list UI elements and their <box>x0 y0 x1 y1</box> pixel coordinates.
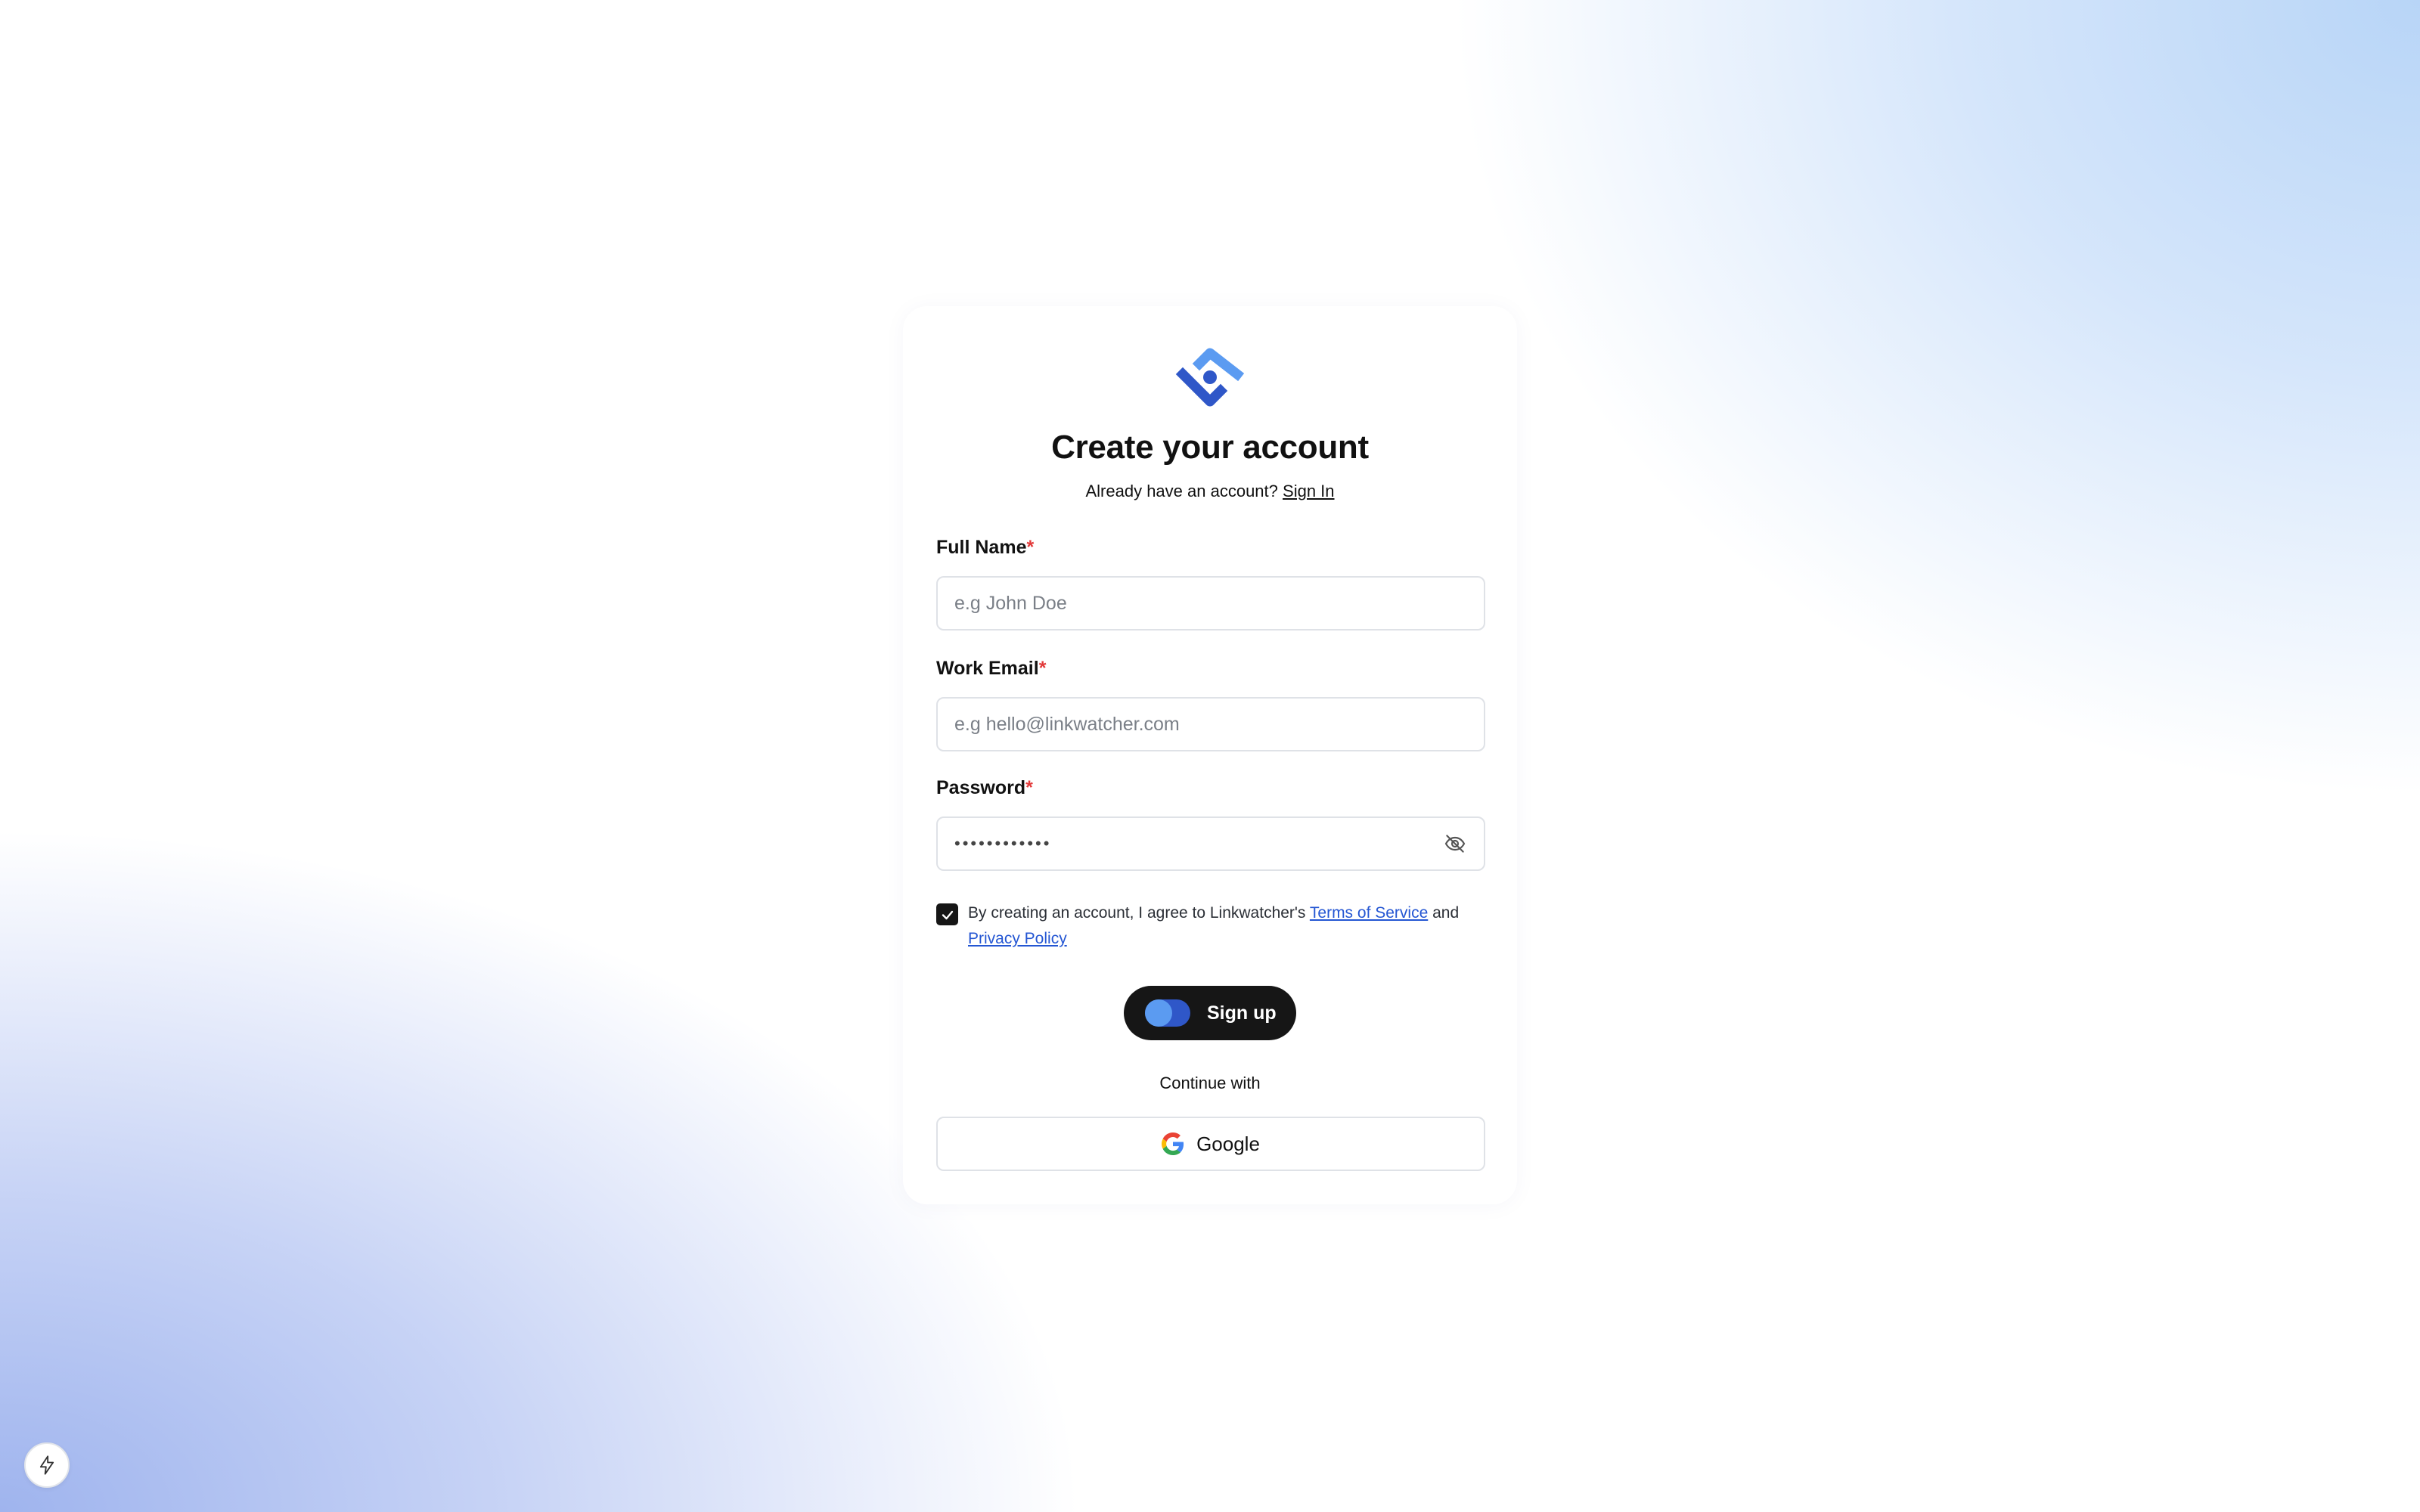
terms-text-before: By creating an account, I agree to Linkw… <box>968 904 1310 922</box>
google-icon <box>1162 1132 1184 1155</box>
required-mark: * <box>1038 658 1047 679</box>
checkmark-icon <box>942 910 953 919</box>
google-signin-button[interactable]: Google <box>936 1117 1485 1171</box>
work-email-input[interactable] <box>954 713 1467 736</box>
toggle-icon <box>1145 999 1190 1027</box>
password-masked-value[interactable]: •••••••••••• <box>954 834 1443 854</box>
sign-in-link[interactable]: Sign In <box>1283 482 1335 500</box>
google-label: Google <box>1196 1132 1260 1155</box>
terms-checkbox[interactable] <box>936 903 958 925</box>
eye-off-icon[interactable] <box>1443 832 1467 856</box>
signin-prompt: Already have an account? Sign In <box>903 482 1517 501</box>
password-label: Password* <box>936 777 1033 799</box>
full-name-label-text: Full Name <box>936 537 1027 558</box>
password-field[interactable]: •••••••••••• <box>936 816 1485 871</box>
privacy-policy-link[interactable]: Privacy Policy <box>968 930 1067 947</box>
terms-of-service-link[interactable]: Terms of Service <box>1310 904 1428 922</box>
dev-tools-button[interactable] <box>24 1442 70 1488</box>
required-mark: * <box>1025 777 1033 798</box>
linkwatcher-logo-icon <box>1175 348 1245 407</box>
sign-up-label: Sign up <box>1207 1002 1277 1024</box>
full-name-input[interactable] <box>954 592 1467 615</box>
full-name-label: Full Name* <box>936 537 1034 559</box>
toggle-knob <box>1145 999 1172 1027</box>
signup-card: Create your account Already have an acco… <box>903 306 1517 1204</box>
full-name-field[interactable] <box>936 576 1485 631</box>
page-title: Create your account <box>1051 429 1369 466</box>
signin-prompt-text: Already have an account? <box>1085 482 1278 500</box>
password-label-text: Password <box>936 777 1026 798</box>
sign-up-button[interactable]: Sign up <box>1124 986 1296 1040</box>
continue-with-text: Continue with <box>1159 1074 1261 1092</box>
work-email-field[interactable] <box>936 697 1485 751</box>
required-mark: * <box>1026 537 1035 558</box>
work-email-label: Work Email* <box>936 658 1046 680</box>
lightning-icon <box>39 1455 54 1475</box>
terms-text: By creating an account, I agree to Linkw… <box>968 900 1497 952</box>
terms-text-and: and <box>1428 904 1460 922</box>
work-email-label-text: Work Email <box>936 658 1039 679</box>
